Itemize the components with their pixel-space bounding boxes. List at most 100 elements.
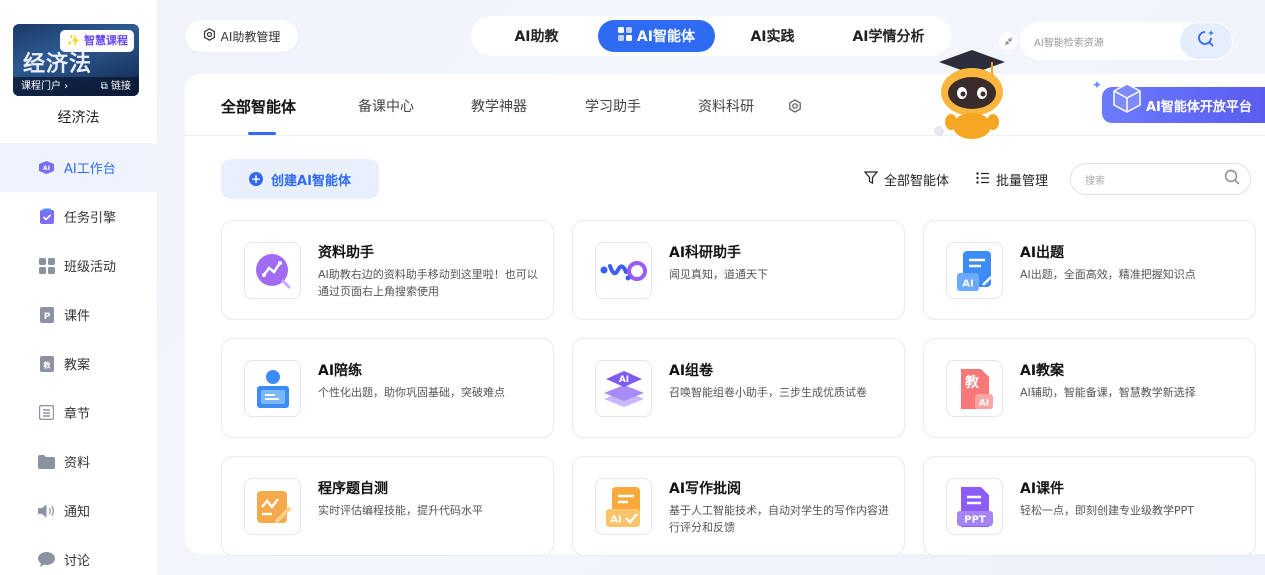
category-lesson-prep[interactable]: 备课中心 <box>358 96 414 116</box>
sidebar-item-label: 教案 <box>64 358 91 373</box>
ai-search-button[interactable] <box>1180 23 1232 59</box>
course-cover-footer: 课程门户 › ⧉ 链接 <box>13 77 139 96</box>
sidebar-item-materials[interactable]: 资料 <box>0 437 157 486</box>
tab-ai-practice[interactable]: AI实践 <box>715 20 830 52</box>
manage-label: AI助教管理 <box>220 29 281 44</box>
data-assistant-icon <box>244 242 301 299</box>
sidebar-item-task-engine[interactable]: 任务引擎 <box>0 192 157 241</box>
grid-icon <box>38 257 55 274</box>
agent-card-title: AI组卷 <box>669 363 714 379</box>
create-agent-button[interactable]: + 创建AI智能体 <box>221 159 379 199</box>
agent-card-title: 程序题自测 <box>318 481 388 497</box>
category-all[interactable]: 全部智能体 <box>221 96 296 117</box>
svg-text:AI: AI <box>962 278 973 289</box>
resource-search-box[interactable]: AI智能检索资源 <box>1020 22 1233 60</box>
sidebar-item-notice[interactable]: 通知 <box>0 486 157 535</box>
sidebar-item-lesson-plan[interactable]: 教 教案 <box>0 339 157 388</box>
agent-open-platform-button[interactable]: AI智能体开放平台 <box>1102 83 1265 123</box>
agent-card-desc: AI出题，全面高效，精准把握知识点 <box>1020 268 1196 281</box>
agent-card-desc: 召唤智能组卷小助手，三步生成优质试卷 <box>669 386 867 399</box>
sparkle-icon: ✦ <box>1092 78 1103 92</box>
agent-card-desc: 轻松一点，即刻创建专业级教学PPT <box>1020 504 1194 517</box>
sidebar-item-ai-workbench[interactable]: AI AI工作台 <box>0 143 157 192</box>
smart-course-badge: ✨ 智慧课程 <box>60 30 134 52</box>
agent-card[interactable]: 教 AI AI教案 AI辅助，智能备课，智慧教学新选择 <box>923 338 1256 438</box>
ai-assistant-manage-button[interactable]: AI助教管理 <box>185 20 298 52</box>
open-platform-label: AI智能体开放平台 <box>1146 99 1252 115</box>
batch-manage-button[interactable]: 批量管理 <box>976 170 1048 189</box>
sidebar: 经济法 ✨ 智慧课程 课程门户 › ⧉ 链接 经济法 AI AI工作台 任务引擎… <box>0 0 157 575</box>
sidebar-item-label: 资料 <box>64 456 91 471</box>
top-tab-bar: AI助教 AI智能体 AI实践 AI学情分析 <box>471 16 951 56</box>
agent-card-title: AI课件 <box>1020 481 1065 497</box>
filter-label: 全部智能体 <box>884 174 950 189</box>
course-cover[interactable]: 经济法 ✨ 智慧课程 课程门户 › ⧉ 链接 <box>13 24 139 96</box>
agent-card-title: AI科研助手 <box>669 245 742 261</box>
apps-icon <box>617 27 637 45</box>
agent-card-desc: AI辅助，智能备课，智慧教学新选择 <box>1020 386 1196 399</box>
platform-cube-icon <box>1110 81 1144 115</box>
sidebar-item-courseware[interactable]: P 课件 <box>0 290 157 339</box>
agent-card-title: AI教案 <box>1020 363 1065 379</box>
agent-card[interactable]: AI陪练 个性化出题，助你巩固基础，突破难点 <box>221 338 554 438</box>
svg-text:教: 教 <box>42 360 51 369</box>
sidebar-item-discussion[interactable]: 讨论 <box>0 535 157 575</box>
tab-ai-learning-analysis[interactable]: AI学情分析 <box>830 20 947 52</box>
tab-ai-assistant[interactable]: AI助教 <box>475 20 598 52</box>
agent-card[interactable]: AI AI出题 AI出题，全面高效，精准把握知识点 <box>923 220 1256 320</box>
research-assistant-icon <box>595 242 652 299</box>
list-icon <box>976 171 996 188</box>
svg-text:AI: AI <box>43 165 50 172</box>
plus-icon: + <box>249 172 264 186</box>
category-settings-icon[interactable] <box>788 98 802 117</box>
folder-icon <box>38 453 55 470</box>
practice-partner-icon <box>244 360 301 417</box>
agent-card[interactable]: AI AI组卷 召唤智能组卷小助手，三步生成优质试卷 <box>572 338 905 438</box>
ai-workbench-icon: AI <box>38 159 55 176</box>
lesson-plan-icon: 教 <box>38 355 55 372</box>
agent-card[interactable]: AI科研助手 闻见真知，道通天下 <box>572 220 905 320</box>
svg-text:P: P <box>43 312 50 322</box>
agent-card[interactable]: 资料助手 AI助教右边的资料助手移动到这里啦！也可以通过页面右上角搜索使用 <box>221 220 554 320</box>
svg-text:教: 教 <box>965 374 980 391</box>
chat-bubble-icon <box>38 551 55 568</box>
category-teaching-tools[interactable]: 教学神器 <box>471 96 527 116</box>
batch-label: 批量管理 <box>996 174 1049 189</box>
agent-search-box[interactable]: 搜索 <box>1070 163 1251 195</box>
course-portal-link[interactable]: 课程门户 › <box>21 77 68 96</box>
agent-card-desc: 基于人工智能技术，自动对学生的写作内容进行评分和反馈 <box>669 504 889 534</box>
ai-search-icon <box>1196 29 1216 53</box>
agent-search-input[interactable]: 搜索 <box>1085 172 1224 187</box>
create-agent-label: 创建AI智能体 <box>271 173 351 189</box>
category-study-helper[interactable]: 学习助手 <box>585 96 641 116</box>
tab-ai-agent[interactable]: AI智能体 <box>597 20 715 52</box>
filter-funnel-icon <box>863 171 884 188</box>
course-copy-link[interactable]: ⧉ 链接 <box>101 77 131 96</box>
agent-card-title: AI陪练 <box>318 363 363 379</box>
agent-card-desc: AI助教右边的资料助手移动到这里啦！也可以通过页面右上角搜索使用 <box>318 268 538 298</box>
category-research[interactable]: 资料科研 <box>698 96 754 116</box>
agent-card-desc: 个性化出题，助你巩固基础，突破难点 <box>318 386 505 399</box>
agent-card-title: AI写作批阅 <box>669 481 742 497</box>
sidebar-item-label: 通知 <box>64 505 91 520</box>
sidebar-item-class-activity[interactable]: 班级活动 <box>0 241 157 290</box>
question-gen-icon: AI <box>946 242 1003 299</box>
search-icon <box>1224 169 1240 189</box>
tab-label: AI智能体 <box>636 29 695 45</box>
sidebar-item-label: 讨论 <box>64 554 91 569</box>
sidebar-item-chapter[interactable]: 章节 <box>0 388 157 437</box>
sidebar-item-label: 课件 <box>64 309 91 324</box>
sidebar-item-label: 任务引擎 <box>64 211 117 226</box>
active-tab-indicator <box>248 132 276 135</box>
ai-lesson-plan-icon: 教 AI <box>946 360 1003 417</box>
sidebar-nav: AI AI工作台 任务引擎 班级活动 P 课件 教 教案 章节 资料 通知 讨论 <box>0 143 157 575</box>
filter-all-agents[interactable]: 全部智能体 <box>863 170 950 189</box>
chapter-list-icon <box>38 404 55 421</box>
agent-card[interactable]: AI AI写作批阅 基于人工智能技术，自动对学生的写作内容进行评分和反馈 <box>572 456 905 556</box>
agent-card-desc: 实时评估编程技能，提升代码水平 <box>318 504 483 517</box>
agent-card[interactable]: PPT AI课件 轻松一点，即刻创建专业级教学PPT <box>923 456 1256 556</box>
resource-search-input[interactable]: AI智能检索资源 <box>1034 34 1180 49</box>
ppt-icon: PPT <box>946 478 1003 535</box>
agent-card[interactable]: 程序题自测 实时评估编程技能，提升代码水平 <box>221 456 554 556</box>
sidebar-item-label: 班级活动 <box>64 260 117 275</box>
